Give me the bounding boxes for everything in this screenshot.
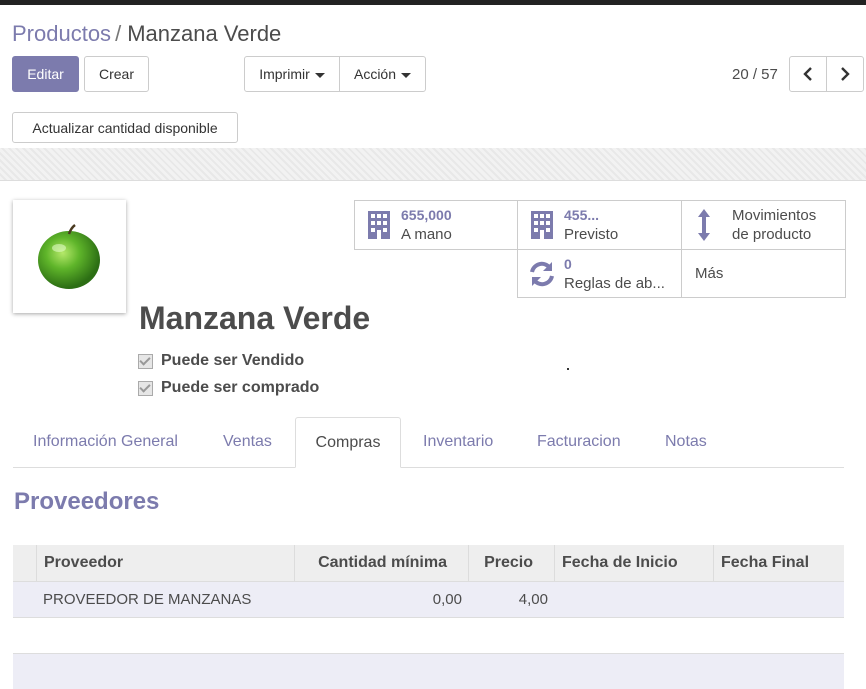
can-be-sold-label: Puede ser Vendido	[161, 352, 305, 369]
column-header-cantidad-minima[interactable]: Cantidad mínima	[294, 545, 469, 581]
building-icon	[524, 210, 560, 240]
onhand-label: A mano	[401, 226, 452, 243]
vertical-arrows-icon	[686, 208, 722, 242]
refresh-icon	[524, 260, 560, 288]
caret-down-icon	[314, 72, 325, 78]
cell-supplier: PROVEEDOR DE MANZANAS	[43, 591, 252, 608]
forecast-value: 455...	[564, 207, 600, 223]
product-name: Manzana Verde	[139, 300, 371, 336]
table-header: Proveedor Cantidad mínima Precio Fecha d…	[13, 545, 844, 583]
stray-dot	[567, 368, 569, 370]
product-moves-stat-button[interactable]: Movimientos de producto	[681, 200, 846, 250]
tab-notas[interactable]: Notas	[665, 417, 707, 467]
cell-min-qty: 0,00	[432, 591, 462, 608]
notebook-tabs: Información General Ventas Compras Inven…	[13, 417, 844, 468]
pager-next-button[interactable]	[826, 56, 864, 92]
chevron-right-icon	[841, 67, 850, 81]
green-apple-image	[38, 224, 100, 289]
chevron-left-icon	[803, 67, 812, 81]
forecast-label: Previsto	[564, 226, 619, 243]
column-header-fecha-final[interactable]: Fecha Final	[713, 545, 844, 581]
moves-line2: de producto	[732, 226, 812, 243]
statusbar: Actualizar cantidad disponible	[0, 106, 866, 148]
more-button[interactable]: Más	[681, 249, 846, 298]
breadcrumb-parent-link[interactable]: Productos	[12, 21, 111, 46]
column-header-fecha-inicio[interactable]: Fecha de Inicio	[554, 545, 714, 581]
breadcrumb: Productos / Manzana Verde	[12, 21, 281, 47]
action-dropdown-button[interactable]: Acción	[339, 56, 426, 92]
tab-informacion-general[interactable]: Información General	[33, 417, 178, 467]
print-dropdown-button[interactable]: Imprimir	[244, 56, 340, 92]
caret-down-icon	[401, 72, 412, 78]
tab-facturacion[interactable]: Facturacion	[537, 417, 621, 467]
table-footer	[13, 653, 844, 689]
table-row[interactable]: PROVEEDOR DE MANZANAS 0,00 4,00	[13, 582, 844, 618]
update-quantity-button[interactable]: Actualizar cantidad disponible	[12, 112, 238, 143]
smart-buttons: 655,000 A mano 455... Previsto Movimientos…	[354, 200, 846, 298]
onhand-value: 655,000	[401, 207, 452, 223]
action-label: Acción	[353, 66, 397, 82]
column-header-proveedor[interactable]: Proveedor	[36, 545, 294, 581]
section-title: Proveedores	[14, 488, 160, 515]
form-background-stripe	[0, 148, 866, 181]
can-be-sold-checkbox[interactable]: Puede ser Vendido	[138, 352, 304, 370]
rules-label: Reglas de ab...	[564, 274, 665, 292]
more-label: Más	[695, 265, 724, 282]
checkbox-checked-icon	[138, 353, 153, 369]
create-button[interactable]: Crear	[84, 56, 149, 92]
moves-line1: Movimientos	[732, 207, 817, 224]
product-image[interactable]	[13, 200, 126, 313]
tab-compras[interactable]: Compras	[295, 417, 401, 468]
control-panel: Productos / Manzana Verde Editar Crear Imp…	[0, 5, 866, 107]
building-icon	[361, 210, 397, 240]
onhand-stat-button[interactable]: 655,000 A mano	[354, 200, 518, 250]
checkbox-checked-icon	[138, 380, 153, 396]
edit-button[interactable]: Editar	[12, 56, 79, 92]
breadcrumb-separator: /	[115, 21, 122, 46]
print-label: Imprimir	[259, 66, 310, 82]
pager-previous-button[interactable]	[789, 56, 827, 92]
rules-value: 0	[564, 255, 572, 272]
tab-inventario[interactable]: Inventario	[423, 417, 493, 467]
breadcrumb-current: Manzana Verde	[127, 21, 282, 46]
cell-price: 4,00	[518, 591, 548, 608]
tab-ventas[interactable]: Ventas	[223, 417, 272, 467]
reorder-rules-stat-button[interactable]: 0 Reglas de ab...	[517, 249, 682, 298]
can-be-purchased-checkbox[interactable]: Puede ser comprado	[138, 379, 319, 397]
forecast-stat-button[interactable]: 455... Previsto	[517, 200, 682, 250]
can-be-purchased-label: Puede ser comprado	[161, 379, 320, 396]
pager-value: 20 / 57	[732, 66, 778, 83]
column-header-precio[interactable]: Precio	[468, 545, 555, 581]
